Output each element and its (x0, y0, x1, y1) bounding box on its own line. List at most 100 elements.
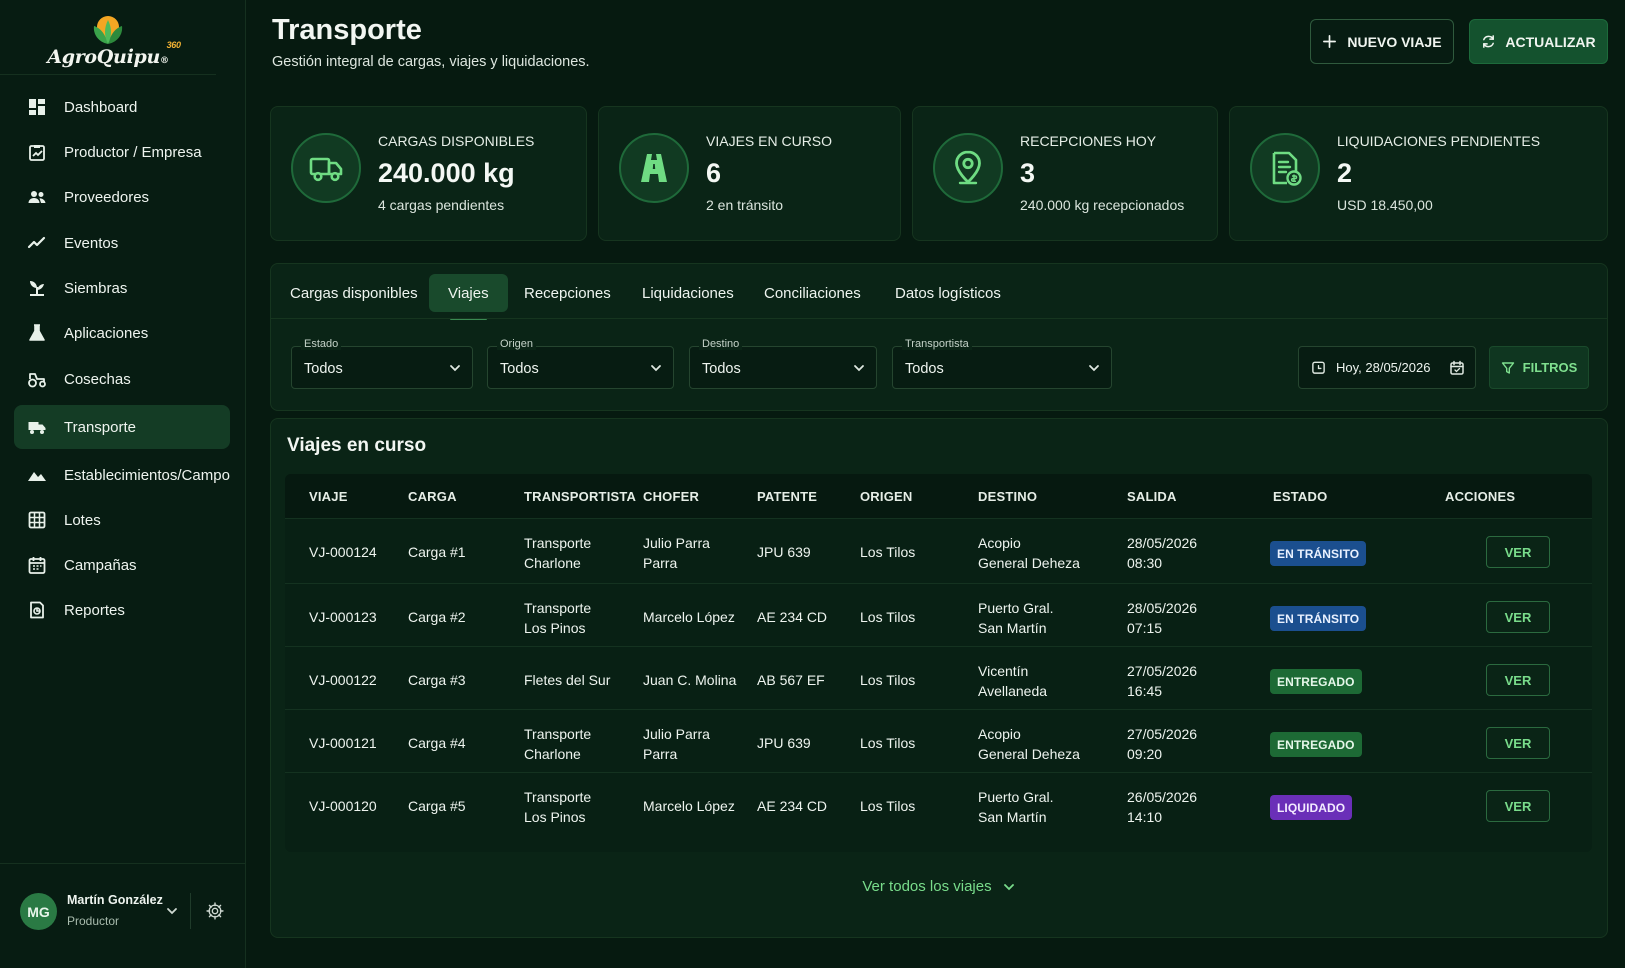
kpi-subtext: 240.000 kg recepcionados (1020, 197, 1185, 213)
brand-logo[interactable]: AgroQuipu® 360 (0, 14, 216, 76)
cell-destino: Acopio General Deheza (978, 724, 1080, 764)
table-row[interactable]: VJ-000121 Carga #4 Transporte Charlone Julio… (285, 709, 1592, 774)
user-name[interactable]: Martín González (67, 893, 163, 907)
cell-line: General Deheza (978, 555, 1080, 571)
kpi-value: 240.000 kg (378, 158, 515, 188)
view-trip-button[interactable]: VER (1486, 536, 1550, 568)
cell-line: Transporte (524, 535, 592, 551)
kpi-subtext: USD 18.450,00 (1337, 197, 1433, 213)
chevron-down-icon[interactable] (164, 903, 180, 919)
column-header: SALIDA (1127, 489, 1177, 504)
cell-line: Marcelo López (643, 798, 735, 814)
table-header: VIAJE CARGA TRANSPORTISTA CHOFER PATENTE ORIG… (285, 474, 1592, 518)
origen-select[interactable]: Origen Todos (487, 338, 674, 389)
cell-line: 27/05/2026 (1127, 663, 1198, 679)
table-row[interactable]: VJ-000123 Carga #2 Transporte Los Pinos Marc… (285, 583, 1592, 648)
sidebar-item-reportes[interactable]: Reportes (14, 588, 230, 632)
tab-label: Liquidaciones (642, 284, 734, 302)
cell-patente: AB 567 EF (757, 672, 825, 688)
tab-conciliaciones[interactable]: Conciliaciones (745, 274, 880, 312)
see-all-trips-link[interactable]: Ver todos los viajes (271, 878, 1607, 895)
sidebar-item-eventos[interactable]: Eventos (14, 221, 230, 265)
dashboard-icon (26, 96, 48, 118)
grid-icon (26, 509, 48, 531)
estado-select[interactable]: Estado Todos (291, 338, 473, 389)
sidebar-item-label: Reportes (64, 601, 125, 619)
sidebar-item-label: Proveedores (64, 188, 150, 206)
sidebar-item-cosechas[interactable]: Cosechas (14, 357, 230, 401)
cell-salida: 27/05/2026 16:45 (1127, 661, 1197, 701)
tab-label: Viajes (448, 284, 489, 302)
cell-line: 27/05/2026 (1127, 726, 1198, 742)
column-header: TRANSPORTISTA (524, 489, 637, 504)
column-header: VIAJE (309, 489, 348, 504)
cell-chofer: Julio Parra Parra (643, 724, 710, 764)
brand-registered: ® (160, 56, 169, 66)
date-picker[interactable]: Hoy, 28/05/2026 (1298, 346, 1476, 389)
calendar-icon[interactable] (1449, 360, 1465, 376)
refresh-label: ACTUALIZAR (1505, 33, 1596, 50)
kpi-value: 2 (1337, 158, 1353, 188)
refresh-button[interactable]: ACTUALIZAR (1469, 19, 1608, 64)
sidebar-item-dashboard[interactable]: Dashboard (14, 85, 230, 129)
chevron-down-icon (1089, 365, 1099, 372)
landscape-icon (26, 464, 48, 486)
sidebar-item-establecimientos-campo[interactable]: Establecimientos/Campo (14, 453, 230, 497)
flask-icon (26, 322, 48, 344)
column-header: CHOFER (643, 489, 700, 504)
chevron-down-icon (854, 365, 864, 372)
tab-recepciones[interactable]: Recepciones (505, 274, 630, 312)
column-header: ORIGEN (860, 489, 913, 504)
tab-liquidaciones[interactable]: Liquidaciones (623, 274, 753, 312)
sidebar-item-label: Eventos (64, 234, 119, 252)
kpi-card-settlements: LIQUIDACIONES PENDIENTES 2 USD 18.450,00 (1229, 106, 1608, 241)
sidebar-item-transporte[interactable]: Transporte (14, 405, 230, 449)
trips-panel: Viajes en curso VIAJE CARGA TRANSPORTISTA C… (270, 418, 1608, 938)
kpi-card-trips: VIAJES EN CURSO 6 2 en tránsito (598, 106, 901, 241)
estado-value: Todos (304, 361, 343, 377)
cell-line: Vicentín (978, 663, 1029, 679)
column-header: CARGA (408, 489, 457, 504)
chevron-down-icon (651, 365, 661, 372)
cell-carga: Carga #4 (408, 735, 466, 751)
table-row[interactable]: VJ-000122 Carga #3 Fletes del Sur Juan C. M… (285, 646, 1592, 711)
user-divider (190, 893, 191, 929)
transportista-select[interactable]: Transportista Todos (892, 338, 1112, 389)
table-row[interactable]: VJ-000124 Carga #1 Transporte Charlone Julio… (285, 518, 1592, 583)
table-row[interactable]: VJ-000120 Carga #5 Transporte Los Pinos Marc… (285, 772, 1592, 837)
trips-table: VIAJE CARGA TRANSPORTISTA CHOFER PATENTE ORIG… (285, 474, 1592, 852)
filters-button[interactable]: FILTROS (1489, 346, 1589, 389)
cell-line: Marcelo López (643, 609, 735, 625)
tab-viajes[interactable]: Viajes (429, 274, 508, 320)
tab-cargas-disponibles[interactable]: Cargas disponibles (271, 274, 437, 312)
sidebar-item-aplicaciones[interactable]: Aplicaciones (14, 311, 230, 355)
column-header: PATENTE (757, 489, 818, 504)
gear-icon[interactable] (205, 901, 225, 921)
tab-datos-logisticos[interactable]: Datos logísticos (876, 274, 1020, 312)
clock-icon (1312, 361, 1325, 374)
view-trip-button[interactable]: VER (1486, 790, 1550, 822)
date-value: Hoy, 28/05/2026 (1336, 360, 1431, 375)
view-trip-button[interactable]: VER (1486, 664, 1550, 696)
view-trip-button[interactable]: VER (1486, 727, 1550, 759)
cell-transportista: Transporte Charlone (524, 533, 591, 573)
sidebar-item-campanas[interactable]: Campañas (14, 543, 230, 587)
kpi-subtext: 4 cargas pendientes (378, 197, 505, 213)
destino-select[interactable]: Destino Todos (689, 338, 877, 389)
status-badge: LIQUIDADO (1270, 795, 1353, 820)
avatar[interactable]: MG (20, 893, 57, 930)
sidebar-item-lotes[interactable]: Lotes (14, 498, 230, 542)
cell-chofer: Marcelo López (643, 796, 735, 816)
new-trip-button[interactable]: NUEVO VIAJE (1310, 19, 1454, 64)
kpi-icon-circle (291, 133, 361, 203)
cell-transportista: Transporte Los Pinos (524, 598, 591, 638)
cell-carga: Carga #5 (408, 798, 466, 814)
sidebar-item-siembras[interactable]: Siembras (14, 266, 230, 310)
cell-line: 28/05/2026 (1127, 535, 1198, 551)
view-trip-button[interactable]: VER (1486, 601, 1550, 633)
sidebar-item-productor-empresa[interactable]: Productor / Empresa (14, 130, 230, 174)
sidebar-item-proveedores[interactable]: Proveedores (14, 175, 230, 219)
cell-line: Puerto Gral. (978, 789, 1054, 805)
cell-salida: 27/05/2026 09:20 (1127, 724, 1197, 764)
brand-suffix: 360 (166, 40, 181, 50)
